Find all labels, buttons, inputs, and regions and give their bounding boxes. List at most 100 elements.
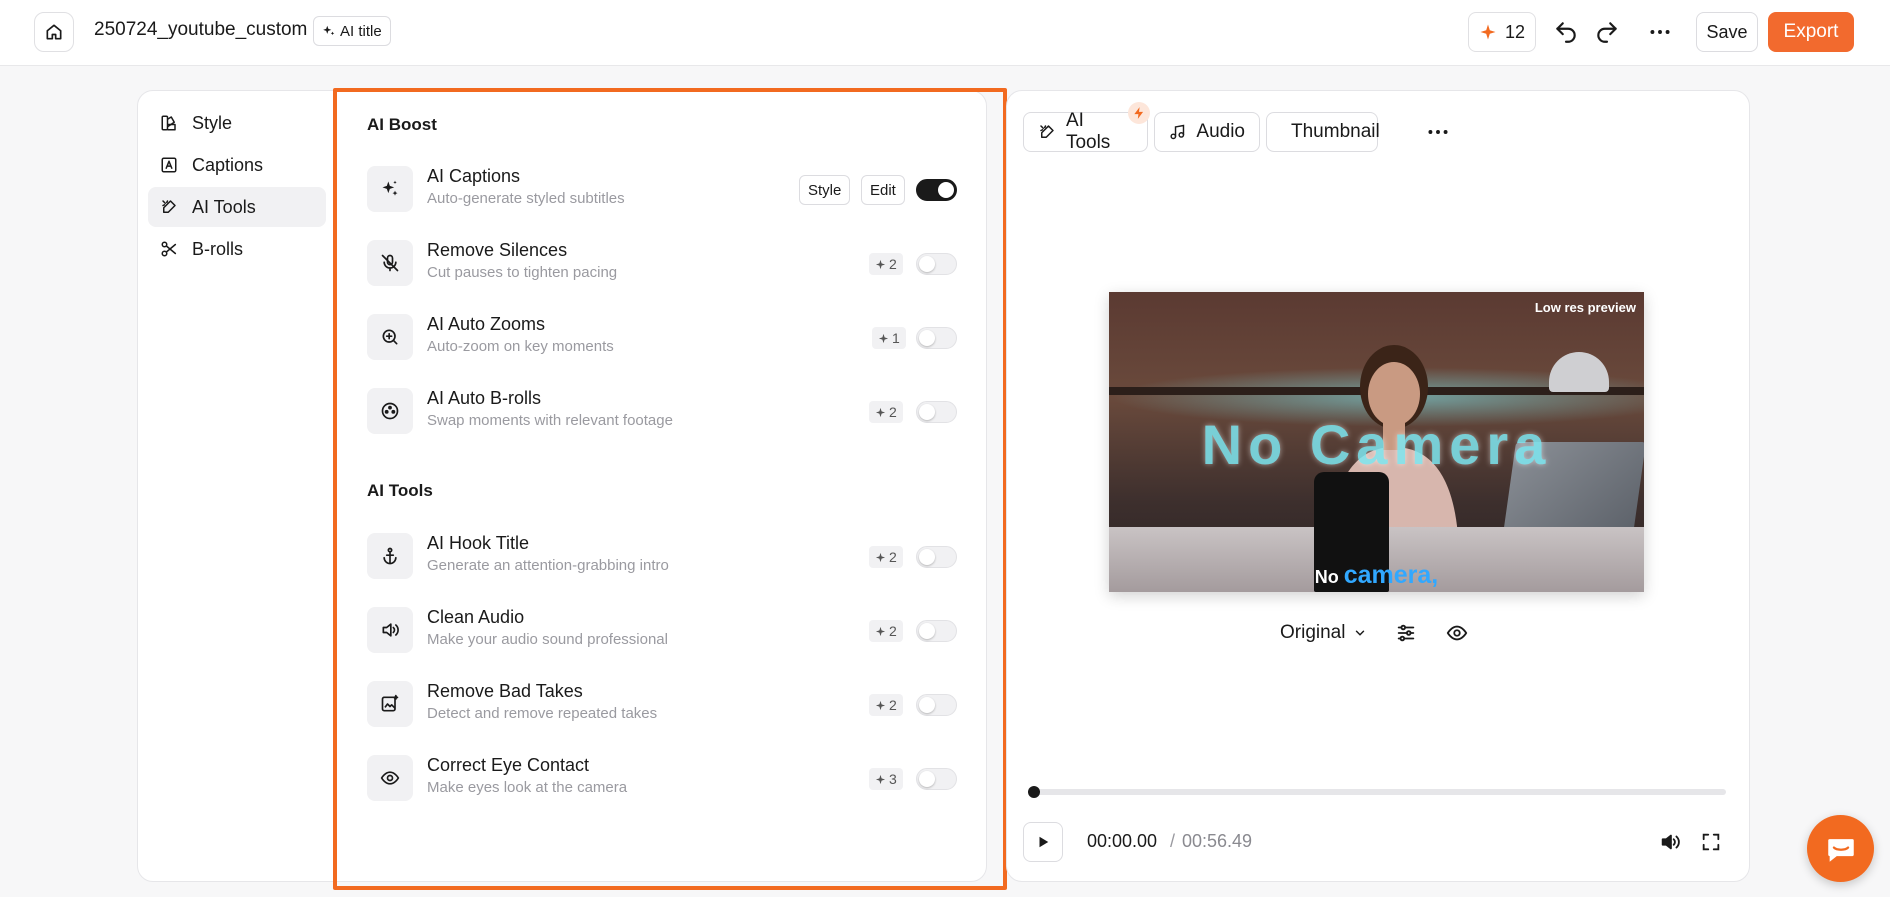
tool-name: Clean Audio xyxy=(427,607,525,627)
tab-thumbnail[interactable]: Thumbnail xyxy=(1266,112,1380,152)
credit-cost: 2 xyxy=(889,404,897,420)
sidebar-item-captions[interactable]: Captions xyxy=(148,145,326,185)
volume-icon xyxy=(1659,831,1681,853)
ai-auto-zooms-toggle[interactable] xyxy=(916,327,957,349)
sidebar-item-label: AI Tools xyxy=(192,196,256,217)
sidebar-item-b-rolls[interactable]: B-rolls xyxy=(148,229,326,269)
credit-cost-badge: 2 xyxy=(869,546,903,568)
tab-label: AI Tools xyxy=(1065,110,1111,153)
aspect-ratio-select[interactable]: Original xyxy=(1280,622,1367,644)
volume-button[interactable] xyxy=(1659,831,1681,853)
tool-row-remove-bad-takes: Remove Bad Takes Detect and remove repea… xyxy=(367,678,957,730)
tool-name: Remove Bad Takes xyxy=(427,681,583,701)
undo-icon xyxy=(1553,19,1579,45)
tool-icon-box xyxy=(367,681,413,727)
tool-icon-box xyxy=(367,607,413,653)
credit-star-icon xyxy=(875,774,886,785)
credit-cost: 1 xyxy=(892,330,900,346)
film-reel-icon xyxy=(380,401,400,421)
preview-overlay-text: No Camera xyxy=(1201,413,1552,476)
ai-hook-title-toggle[interactable] xyxy=(916,546,957,568)
video-preview[interactable]: No Camera Low res preview No camera, xyxy=(1109,292,1644,592)
playback-timeline[interactable] xyxy=(1028,786,1726,798)
aspect-ratio-label: Original xyxy=(1280,622,1346,643)
project-title[interactable]: 250724_youtube_custom xyxy=(94,19,307,41)
more-horizontal-icon xyxy=(1425,119,1451,145)
redo-button[interactable] xyxy=(1594,19,1620,45)
chat-support-button[interactable] xyxy=(1807,815,1874,882)
adjustments-button[interactable] xyxy=(1395,622,1417,644)
tool-row-ai-hook-title: AI Hook Title Generate an attention-grab… xyxy=(367,530,957,582)
lightning-icon xyxy=(1132,106,1146,120)
time-separator: / xyxy=(1170,831,1176,851)
sidebar-item-style[interactable]: Style xyxy=(148,103,326,143)
ai-title-button[interactable]: AI title xyxy=(313,16,391,46)
caption-highlight-word: camera, xyxy=(1343,561,1439,589)
credit-cost-badge: 3 xyxy=(869,768,903,790)
tool-name: AI Captions xyxy=(427,166,521,186)
eye-icon xyxy=(1446,622,1468,644)
credit-cost-badge: 2 xyxy=(869,253,903,275)
fullscreen-icon xyxy=(1700,831,1722,853)
preview-caption: No camera, xyxy=(1109,560,1644,592)
sidebar-item-ai-tools[interactable]: AI Tools xyxy=(148,187,326,227)
tabs-more-button[interactable] xyxy=(1425,119,1451,145)
flash-badge xyxy=(1128,102,1150,124)
credit-cost-badge: 2 xyxy=(869,620,903,642)
more-options-button[interactable] xyxy=(1647,19,1673,45)
caption-edit-button[interactable]: Edit xyxy=(861,175,905,205)
tool-icon-box xyxy=(367,755,413,801)
credit-cost: 2 xyxy=(889,256,897,272)
tool-description: Cut pauses to tighten pacing xyxy=(427,264,618,281)
tool-name: AI Hook Title xyxy=(427,533,530,553)
tool-description: Make eyes look at the camera xyxy=(427,779,628,796)
undo-button[interactable] xyxy=(1553,19,1579,45)
tool-icon-box xyxy=(367,388,413,434)
fullscreen-button[interactable] xyxy=(1700,831,1722,853)
clean-audio-toggle[interactable] xyxy=(916,620,957,642)
caption-style-button[interactable]: Style xyxy=(799,175,851,205)
tool-row-clean-audio: Clean Audio Make your audio sound profes… xyxy=(367,604,957,656)
timeline-scrubber[interactable] xyxy=(1028,786,1040,798)
preview-visibility-button[interactable] xyxy=(1446,622,1468,644)
speaker-icon xyxy=(380,620,400,640)
save-button[interactable]: Save xyxy=(1696,12,1758,52)
zoom-in-icon xyxy=(380,327,400,347)
credit-cost: 2 xyxy=(889,697,897,713)
tab-audio[interactable]: Audio xyxy=(1154,112,1260,152)
correct-eye-contact-toggle[interactable] xyxy=(916,768,957,790)
credit-cost: 2 xyxy=(889,549,897,565)
credit-star-icon xyxy=(875,626,886,637)
tool-row-correct-eye-contact: Correct Eye Contact Make eyes look at th… xyxy=(367,752,957,804)
tab-label: Thumbnail xyxy=(1291,121,1380,142)
play-button[interactable] xyxy=(1023,822,1063,862)
image-ai-icon xyxy=(380,694,400,714)
tool-name: Correct Eye Contact xyxy=(427,755,590,775)
ai-boost-heading: AI Boost xyxy=(367,115,437,134)
sparkle-icon xyxy=(322,24,336,38)
music-note-icon xyxy=(1169,123,1186,141)
tool-row-ai-auto-zooms: AI Auto Zooms Auto-zoom on key moments 1 xyxy=(367,311,957,363)
export-button[interactable]: Export xyxy=(1768,12,1854,52)
redo-icon xyxy=(1594,19,1620,45)
tool-icon-box xyxy=(367,533,413,579)
credits-button[interactable]: 12 xyxy=(1468,12,1536,52)
tool-description: Auto-zoom on key moments xyxy=(427,338,614,355)
sliders-icon xyxy=(1395,622,1417,644)
home-button[interactable] xyxy=(34,12,74,52)
preview-lamp xyxy=(1549,352,1609,392)
ai-title-label: AI title xyxy=(340,22,382,40)
current-time: 00:00.00 xyxy=(1087,831,1158,851)
top-bar: 250724_youtube_custom AI title 12 Save E… xyxy=(0,0,1890,66)
remove-silences-toggle[interactable] xyxy=(916,253,957,275)
ai-captions-toggle[interactable] xyxy=(916,179,957,201)
ai-auto-b-rolls-toggle[interactable] xyxy=(916,401,957,423)
sidebar-item-label: Captions xyxy=(192,154,264,175)
credit-star-icon xyxy=(875,552,886,563)
tool-icon-box xyxy=(367,240,413,286)
credit-cost-badge: 2 xyxy=(869,694,903,716)
caption-word: No xyxy=(1314,567,1339,587)
credit-cost: 2 xyxy=(889,623,897,639)
chat-bubble-icon xyxy=(1824,832,1858,866)
remove-bad-takes-toggle[interactable] xyxy=(916,694,957,716)
